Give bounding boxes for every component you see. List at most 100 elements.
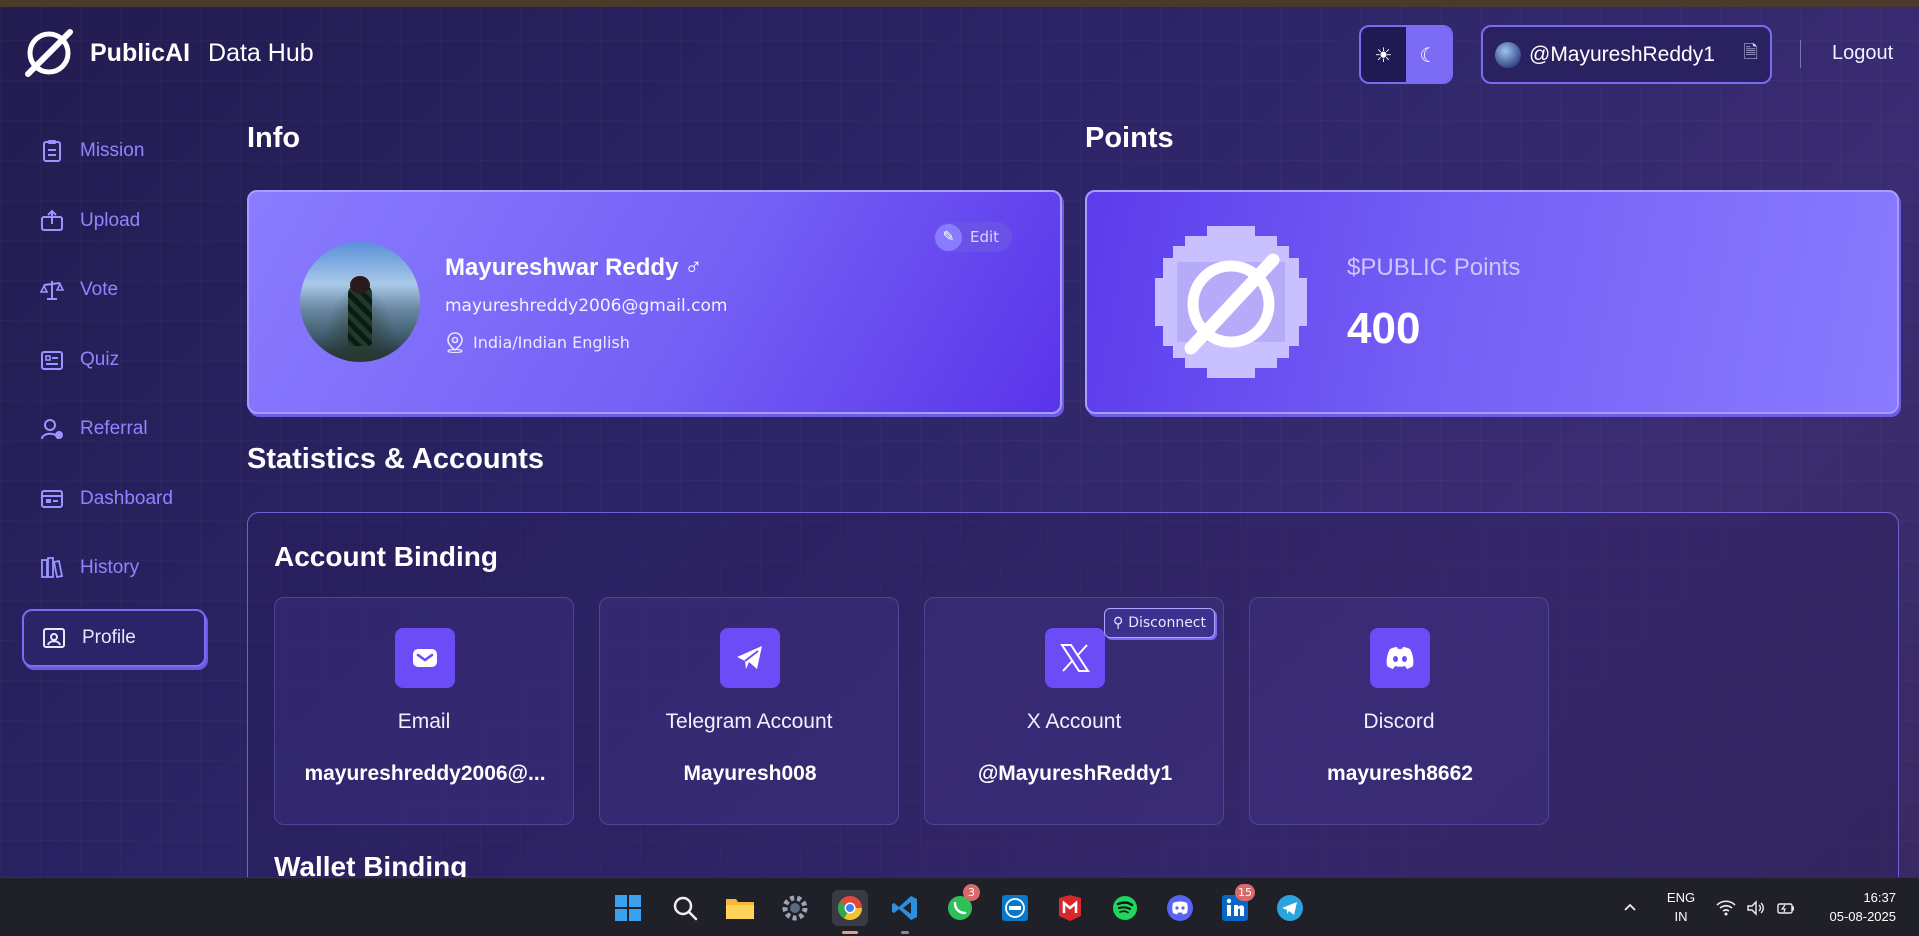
account-value: @MayureshReddy1 (977, 762, 1173, 785)
sidebar-item-label: Profile (82, 626, 136, 648)
clock-time: 16:37 (1863, 890, 1896, 905)
brand-name: PublicAI (90, 38, 191, 67)
system-clock[interactable]: 16:37 05-08-2025 (1812, 888, 1897, 926)
vscode-icon[interactable] (887, 890, 923, 934)
spotify-icon[interactable] (1107, 890, 1143, 926)
sidebar-item-history[interactable]: History (22, 539, 206, 597)
account-card-email[interactable]: Email mayureshreddy2006@... (274, 597, 574, 825)
disconnect-label: Disconnect (1128, 615, 1206, 631)
statistics-section-title: Statistics & Accounts (247, 443, 545, 475)
browser-top-strip (0, 0, 1919, 7)
app-window: PublicAI Data Hub ☀ ☾ @MayureshReddy1 🗎 … (0, 0, 1919, 877)
chrome-icon[interactable] (832, 890, 868, 934)
referral-icon (40, 417, 64, 441)
file-explorer-icon[interactable] (722, 890, 758, 926)
account-card-x[interactable]: ⚲ Disconnect X Account @MayureshReddy1 (924, 597, 1224, 825)
sidebar-item-upload[interactable]: Upload (22, 192, 206, 250)
mcafee-icon[interactable] (1052, 890, 1088, 926)
username-label: @MayureshReddy1 (1529, 42, 1715, 66)
whatsapp-icon[interactable]: 3 (942, 884, 980, 926)
light-mode-button[interactable]: ☀ (1361, 27, 1406, 82)
sidebar-item-label: Mission (80, 140, 145, 161)
x-icon (1045, 628, 1105, 688)
document-icon[interactable]: 🗎 (1744, 40, 1758, 70)
profile-location-text: India/Indian English (473, 332, 630, 352)
profile-email: mayureshreddy2006@gmail.com (445, 296, 728, 316)
public-coin-icon (1155, 226, 1307, 378)
clock-date: 05-08-2025 (1829, 909, 1897, 924)
wifi-icon (1716, 899, 1736, 915)
sun-icon: ☀ (1374, 42, 1393, 67)
dark-mode-button[interactable]: ☾ (1406, 27, 1451, 82)
wallet-binding-title: Wallet Binding (274, 851, 468, 877)
points-section-title: Points (1085, 122, 1174, 154)
logout-button[interactable]: Logout (1832, 42, 1893, 65)
upload-icon (40, 209, 64, 233)
profile-location: India/Indian English (445, 331, 630, 353)
info-section-title: Info (247, 122, 301, 154)
points-value: 400 (1347, 304, 1421, 353)
system-tray[interactable] (1716, 878, 1796, 936)
profile-name: Mayureshwar Reddy ♂ (445, 254, 702, 282)
edit-profile-button[interactable]: ✎ Edit (933, 222, 1012, 252)
sidebar-item-label: Dashboard (80, 487, 173, 509)
points-card: $PUBLIC Points 400 (1085, 190, 1899, 414)
brand-subtitle: Data Hub (208, 38, 314, 67)
sidebar-item-label: History (80, 557, 140, 578)
region-code: IN (1674, 909, 1688, 924)
account-value: Mayuresh008 (683, 762, 817, 785)
mail-icon (395, 628, 455, 688)
discord-icon (1370, 628, 1430, 688)
discord-taskbar-icon[interactable] (1162, 890, 1198, 926)
linkedin-icon[interactable]: 15 (1217, 884, 1255, 926)
statistics-panel: Account Binding Email mayureshreddy2006@… (247, 512, 1899, 877)
sidebar-item-label: Referral (80, 418, 148, 439)
sidebar: Mission Upload Vote Quiz Referral Dashbo… (22, 122, 206, 678)
sidebar-item-mission[interactable]: Mission (22, 122, 206, 180)
pencil-icon: ✎ (935, 223, 962, 251)
header-divider (1800, 40, 1801, 68)
search-icon[interactable] (667, 890, 703, 926)
sidebar-item-label: Quiz (80, 348, 120, 370)
scale-icon (40, 278, 64, 302)
telegram-icon (720, 628, 780, 688)
language-indicator[interactable]: ENG IN (1664, 888, 1698, 926)
tray-overflow-chevron-icon[interactable] (1622, 878, 1638, 936)
windows-start-icon[interactable] (610, 890, 646, 926)
battery-icon (1777, 902, 1794, 914)
quiz-icon (40, 348, 64, 372)
telegram-taskbar-icon[interactable] (1272, 890, 1308, 926)
profile-name-text: Mayureshwar Reddy (445, 254, 679, 281)
sidebar-item-referral[interactable]: Referral (22, 400, 206, 458)
male-icon: ♂ (684, 254, 703, 281)
disconnect-button[interactable]: ⚲ Disconnect (1103, 608, 1215, 638)
sidebar-item-dashboard[interactable]: Dashboard (22, 470, 206, 528)
language-code: ENG (1666, 890, 1696, 905)
theme-toggle[interactable]: ☀ ☾ (1359, 25, 1453, 84)
account-binding-title: Account Binding (274, 541, 498, 572)
account-name: X Account (1026, 710, 1122, 733)
linkedin-badge: 15 (1235, 884, 1255, 901)
edit-label: Edit (970, 228, 1000, 246)
dashboard-icon (40, 487, 64, 511)
sidebar-item-vote[interactable]: Vote (22, 261, 206, 319)
account-card-telegram[interactable]: Telegram Account Mayuresh008 (599, 597, 899, 825)
sidebar-item-label: Upload (80, 209, 141, 231)
location-pin-icon (447, 332, 463, 353)
sidebar-item-profile[interactable]: Profile (22, 608, 206, 667)
dell-icon[interactable] (997, 890, 1033, 926)
account-card-discord[interactable]: Discord mayuresh8662 (1249, 597, 1549, 825)
whatsapp-badge: 3 (963, 884, 980, 901)
settings-icon[interactable] (777, 890, 813, 926)
user-account-pill[interactable]: @MayureshReddy1 🗎 (1481, 25, 1772, 84)
avatar (1495, 41, 1521, 68)
account-value: mayuresh8662 (1327, 762, 1473, 785)
sidebar-item-label: Vote (80, 279, 119, 300)
sidebar-item-quiz[interactable]: Quiz (22, 331, 206, 389)
info-card: Mayureshwar Reddy ♂ mayureshreddy2006@gma… (247, 190, 1062, 414)
logo[interactable]: PublicAI Data Hub (22, 26, 314, 80)
points-label: $PUBLIC Points (1347, 254, 1521, 281)
history-icon (40, 556, 64, 580)
clipboard-icon (40, 139, 64, 163)
open-app-indicator (901, 931, 909, 934)
